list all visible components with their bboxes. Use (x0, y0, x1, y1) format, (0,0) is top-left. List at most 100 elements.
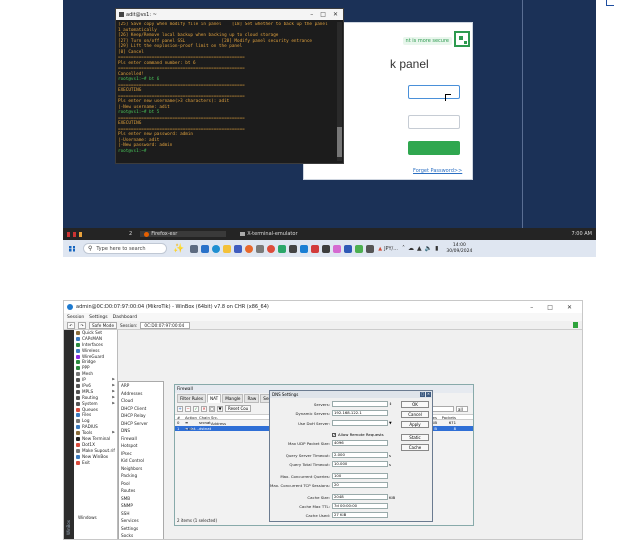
submenu-item-dhcp-server[interactable]: DHCP Server (119, 420, 163, 428)
submenu-item-arp[interactable]: ARP (119, 382, 163, 390)
submenu-item-dns[interactable]: DNS (119, 427, 163, 435)
forgot-password-link[interactable]: Forget Password>> (413, 168, 462, 174)
col-action[interactable]: Action (185, 415, 199, 420)
taskbar-search-input[interactable]: ⚲ Type here to search (83, 243, 167, 254)
close-icon[interactable]: ✕ (333, 11, 338, 18)
sidebar-item-exit[interactable]: Exit (74, 460, 117, 466)
submenu-item-socks[interactable]: Socks (119, 532, 163, 539)
app-icon[interactable] (344, 244, 353, 253)
minimize-icon[interactable]: □ (420, 392, 425, 397)
menu-session[interactable]: Session (67, 315, 84, 320)
cancel-button[interactable]: Cancel (401, 411, 429, 418)
max-concurrent-input[interactable]: 100 (332, 473, 388, 479)
winbox-titlebar[interactable]: admin@0C:D0:07:97:00:04 (MikroTik) - Win… (64, 301, 582, 313)
app-icon[interactable] (289, 244, 298, 253)
currency-widget[interactable]: ▲ JPY/... (378, 246, 398, 252)
cache-size-input[interactable]: 2048 (332, 494, 388, 500)
volume-icon[interactable]: 🔈 (425, 245, 432, 252)
enable-icon[interactable]: ✓ (193, 405, 199, 412)
taskbar-firefox[interactable]: Firefox-esr (140, 231, 227, 237)
dropdown-icon[interactable]: ▼ (389, 421, 392, 425)
submenu-item-ipsec[interactable]: IPsec (119, 450, 163, 458)
close-icon[interactable]: ✕ (567, 304, 572, 311)
maximize-icon[interactable]: □ (320, 11, 326, 18)
folder-icon[interactable] (223, 244, 232, 253)
qr-code-icon[interactable] (454, 31, 470, 47)
sidebar-item-windows[interactable]: Windows (76, 515, 97, 521)
tab-mangle[interactable]: Mangle (222, 394, 244, 403)
col-src-address[interactable]: Src. Address (211, 415, 227, 426)
submenu-item-services[interactable]: Services (119, 517, 163, 525)
dns-settings-dialog[interactable]: DNS Settings □ ✕ Servers: ⇕ Dynamic Serv… (269, 390, 433, 522)
menu-settings[interactable]: Settings (89, 315, 107, 320)
disable-icon[interactable]: ✕ (201, 405, 207, 412)
remove-icon[interactable]: − (185, 405, 191, 412)
settings-icon[interactable] (256, 244, 265, 253)
app-icon[interactable] (278, 244, 287, 253)
allow-remote-row[interactable]: ✓ Allow Remote Requests (332, 432, 384, 437)
submenu-item-neighbors[interactable]: Neighbors (119, 465, 163, 473)
query-total-timeout-input[interactable]: 10.000 (332, 461, 388, 467)
static-button[interactable]: Static (401, 434, 429, 441)
comment-icon[interactable]: □ (209, 405, 215, 412)
terminal-window[interactable]: adit@vs1: ~ – □ ✕ [25] Save copy when mo… (115, 8, 344, 164)
session-field[interactable]: 0C:D0:07:97:00:04 (140, 321, 191, 329)
servers-input[interactable] (332, 401, 388, 407)
spin-icon[interactable]: ⇕ (389, 402, 392, 406)
doh-server-input[interactable] (332, 420, 388, 426)
filter-icon[interactable]: ▼ (217, 405, 223, 412)
reset-counters-button[interactable]: Reset Cou (225, 405, 252, 412)
submenu-item-routes[interactable]: Routes (119, 487, 163, 495)
vm-icon[interactable] (322, 244, 331, 253)
terminal-scroll-thumb[interactable] (337, 127, 342, 157)
username-field[interactable] (408, 85, 460, 99)
query-server-timeout-input[interactable]: 2.000 (332, 452, 388, 458)
submenu-item-settings[interactable]: Settings (119, 525, 163, 533)
tab-raw[interactable]: Raw (244, 394, 260, 403)
max-udp-input[interactable]: 4096 (332, 440, 388, 446)
terminal-titlebar[interactable]: adit@vs1: ~ – □ ✕ (116, 9, 343, 20)
col-index[interactable]: # (175, 415, 185, 420)
dns-titlebar[interactable]: DNS Settings □ ✕ (270, 391, 432, 398)
submenu-item-addresses[interactable]: Addresses (119, 390, 163, 398)
filter-all-select[interactable]: all (456, 405, 468, 412)
minimize-icon[interactable]: – (310, 11, 313, 18)
submenu-item-pool[interactable]: Pool (119, 480, 163, 488)
col-packets[interactable]: Packets (439, 415, 459, 420)
vm-clock[interactable]: 7:00 AM (567, 231, 596, 237)
col-chain[interactable]: Chain (199, 415, 211, 420)
tab-filter-rules[interactable]: Filter Rules (177, 394, 206, 403)
submenu-item-ssh[interactable]: SSH (119, 510, 163, 518)
max-tcp-input[interactable]: 20 (332, 482, 388, 488)
task-view-icon[interactable] (190, 244, 199, 253)
cloud-icon[interactable]: ☁ (408, 245, 414, 252)
chrome-icon[interactable] (267, 244, 276, 253)
app-icon[interactable] (300, 244, 309, 253)
password-field[interactable] (408, 115, 460, 129)
ok-button[interactable]: OK (401, 401, 429, 408)
safe-mode-button[interactable]: Safe Mode (89, 321, 118, 329)
edge-icon[interactable] (212, 244, 221, 253)
widgets-icon[interactable] (201, 244, 210, 253)
find-input[interactable] (432, 405, 454, 412)
widgets-sparkle-icon[interactable]: ✨ (173, 244, 184, 254)
app-icon[interactable] (366, 244, 375, 253)
submenu-item-packing[interactable]: Packing (119, 472, 163, 480)
submenu-item-snmp[interactable]: SNMP (119, 502, 163, 510)
redo-icon[interactable]: ↷ (78, 321, 86, 329)
cache-max-ttl-input[interactable]: 7d 00:00:00 (332, 503, 388, 509)
submenu-item-dhcp-client[interactable]: DHCP Client (119, 405, 163, 413)
submenu-item-kid-control[interactable]: Kid Control (119, 457, 163, 465)
firefox-icon[interactable] (245, 244, 254, 253)
store-icon[interactable] (234, 244, 243, 253)
app-icon[interactable] (355, 244, 364, 253)
allow-remote-checkbox[interactable]: ✓ (332, 432, 336, 437)
app-icon[interactable] (333, 244, 342, 253)
login-button[interactable] (408, 141, 460, 155)
tab-nat[interactable]: NAT (207, 394, 222, 403)
submenu-item-dhcp-relay[interactable]: DHCP Relay (119, 412, 163, 420)
workspace-number[interactable]: 2 (125, 231, 136, 237)
minimize-icon[interactable]: – (530, 304, 533, 311)
submenu-item-firewall[interactable]: Firewall (119, 435, 163, 443)
apply-button[interactable]: Apply (401, 421, 429, 428)
